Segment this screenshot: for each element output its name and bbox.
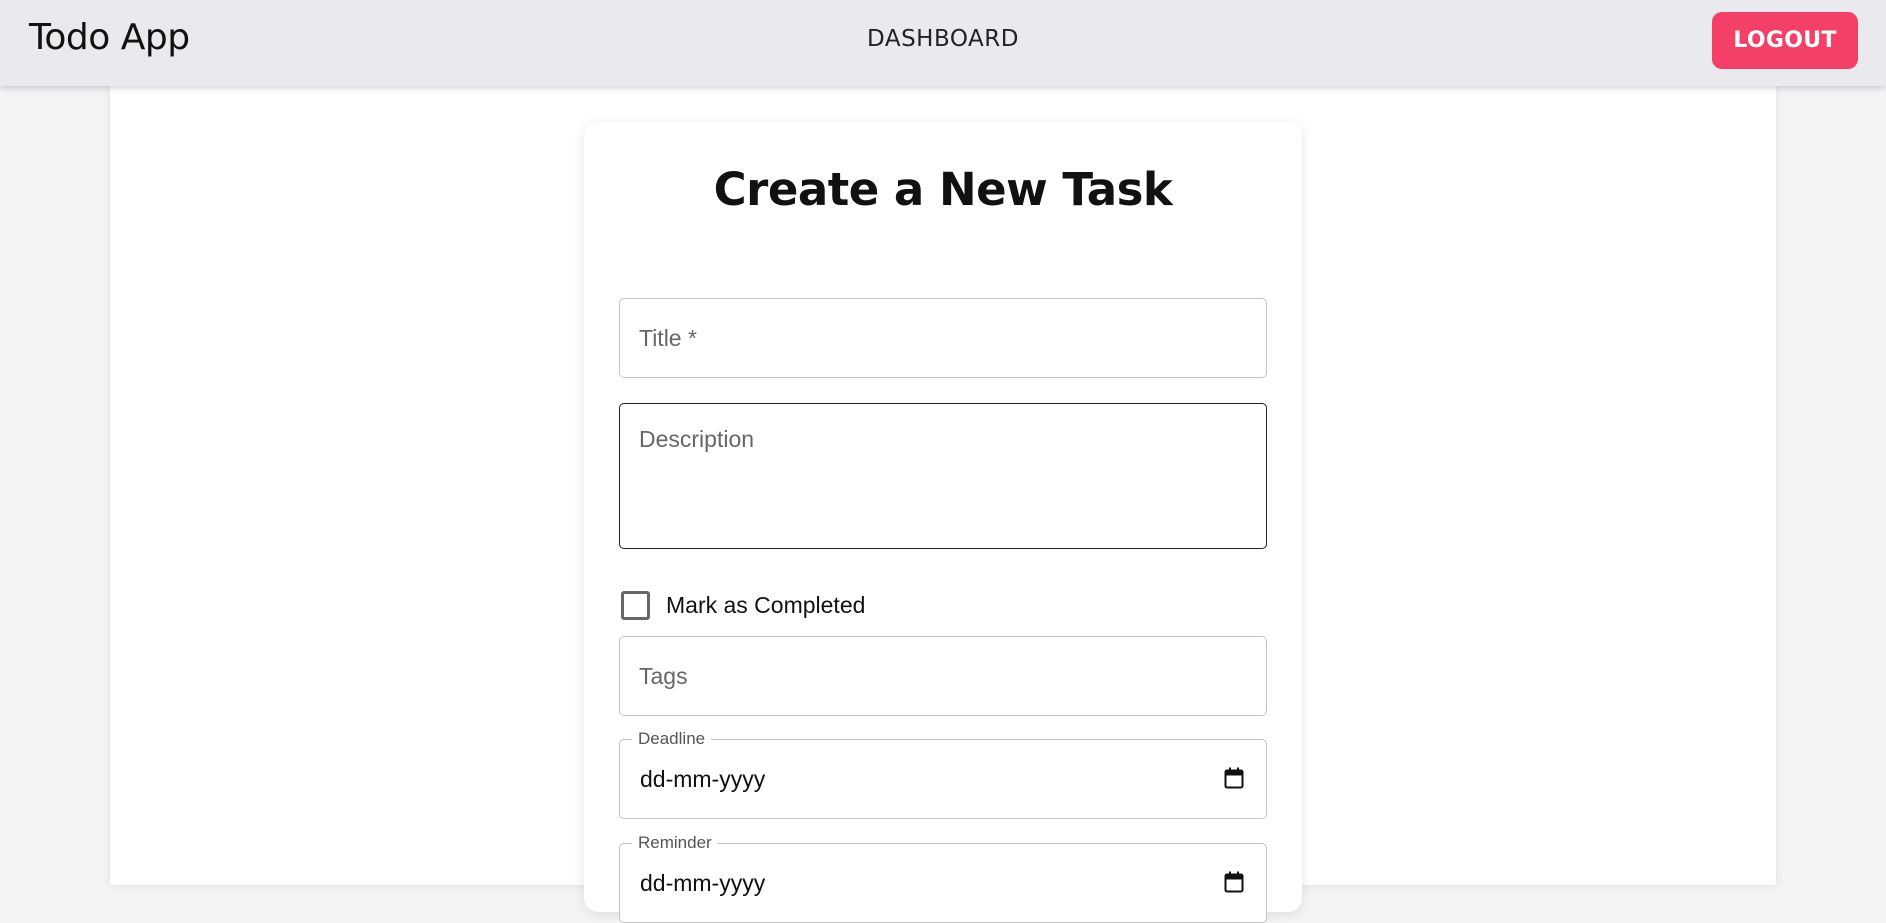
calendar-icon[interactable] (1224, 767, 1244, 789)
description-textarea[interactable] (620, 404, 1266, 544)
completed-checkbox[interactable] (621, 590, 650, 620)
completed-checkbox-row[interactable]: Mark as Completed (619, 588, 865, 622)
calendar-icon[interactable] (1224, 871, 1244, 893)
title-field (619, 298, 1267, 378)
tags-field (619, 636, 1267, 716)
completed-label: Mark as Completed (666, 591, 866, 618)
create-task-card: Create a New Task Mark as Completed Dead… (584, 122, 1302, 923)
page-title: Create a New Task (713, 163, 1173, 216)
logout-button[interactable]: LOGOUT (1712, 12, 1858, 69)
tags-input[interactable] (620, 637, 1266, 715)
top-navbar: Todo App DASHBOARD LOGOUT (0, 0, 1886, 86)
nav-dashboard-link[interactable]: DASHBOARD (0, 26, 1886, 52)
reminder-value[interactable]: dd-mm-yyyy (640, 870, 765, 897)
deadline-label: Deadline (632, 729, 712, 749)
description-field (619, 403, 1267, 549)
title-input[interactable] (620, 299, 1266, 377)
reminder-field[interactable]: Reminder dd-mm-yyyy (619, 833, 1267, 923)
deadline-field[interactable]: Deadline dd-mm-yyyy (619, 729, 1267, 819)
deadline-value[interactable]: dd-mm-yyyy (640, 766, 765, 793)
main-content: Create a New Task Mark as Completed Dead… (110, 86, 1776, 923)
reminder-label: Reminder (632, 833, 718, 853)
